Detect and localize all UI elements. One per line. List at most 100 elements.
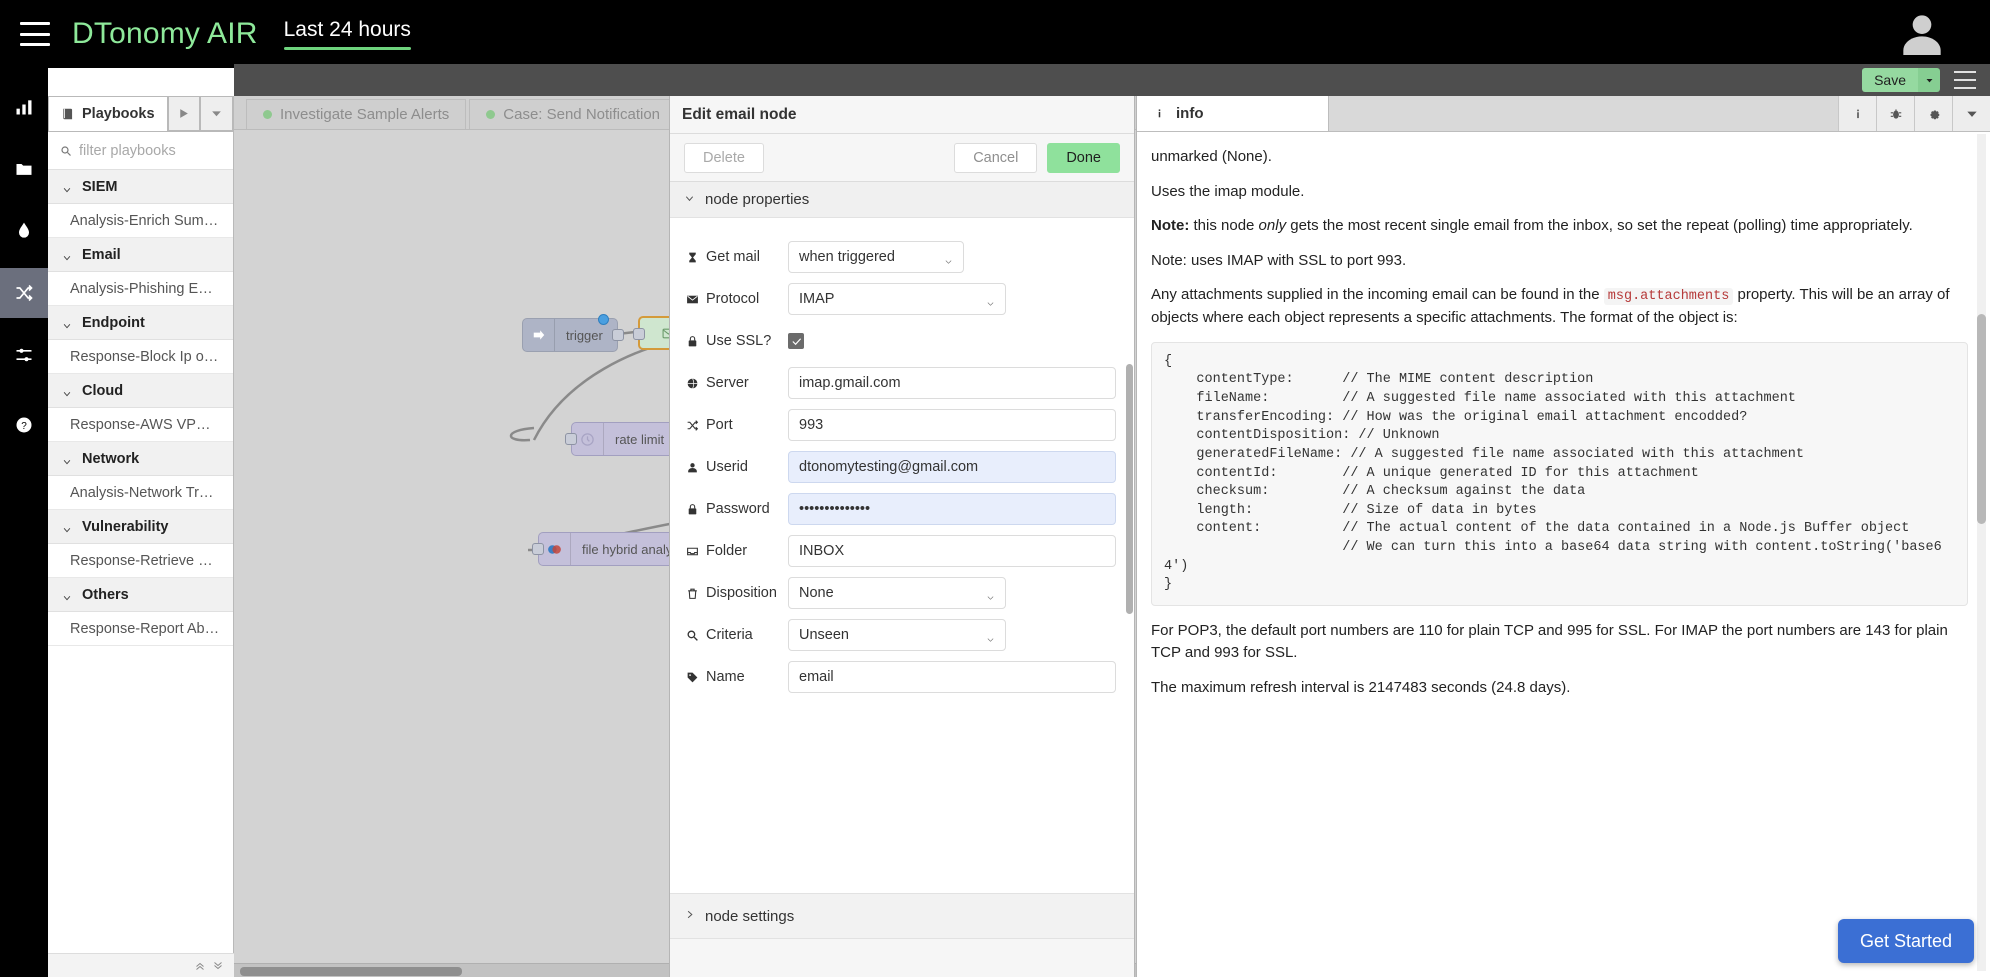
form-row-userid: Userid [670,446,1134,488]
folder-input[interactable] [788,535,1116,567]
playbook-group-email[interactable]: Email [48,238,233,272]
flow-node-trigger[interactable]: trigger [522,314,624,352]
use-ssl-checkbox[interactable] [788,333,804,349]
rail-item-alerts[interactable] [0,206,48,256]
done-button[interactable]: Done [1047,142,1120,173]
form-label: Criteria [686,627,788,643]
sidebar-tab-playbooks[interactable]: Playbooks [48,96,168,131]
node-settings-section-header[interactable]: node settings [670,893,1134,939]
disposition-select[interactable]: None [788,577,1006,609]
get-mail-select[interactable]: when triggered [788,241,964,273]
playbook-item-label: Response-Retrieve Nessu... [70,552,220,569]
node-input-port[interactable] [565,433,577,445]
criteria-select[interactable]: Unseen [788,619,1006,651]
inline-code: msg.attachments [1603,288,1734,305]
playbook-dropdown-button[interactable] [200,96,233,131]
info-tabbar-filler [1329,96,1838,131]
rail-item-cases[interactable] [0,144,48,194]
run-playbook-button[interactable] [167,96,201,131]
playbook-list-item[interactable]: Response-Report Abuse ... [48,612,233,646]
get-started-button[interactable]: Get Started [1837,919,1974,963]
port-input[interactable] [788,409,1116,441]
time-range-underline [283,47,411,50]
bar-chart-icon [16,100,32,115]
time-range-selector[interactable]: Last 24 hours [283,18,411,50]
user-avatar-icon[interactable] [1894,6,1950,62]
playbook-item-label: Analysis-Enrich Sumologic Alert [70,212,220,229]
caret-down-icon [1926,78,1932,82]
node-input-port[interactable] [532,543,544,555]
playbook-group-others[interactable]: Others [48,578,233,612]
globe-icon [687,377,698,389]
node-properties-section-header[interactable]: node properties [670,182,1134,218]
playbook-list-item[interactable]: Response-AWS VPC Create... [48,408,233,442]
form-row-server: Server [670,362,1134,404]
save-button-group[interactable]: Save [1862,68,1940,92]
node-settings-label: node settings [705,907,795,925]
hamburger-icon[interactable] [1954,71,1976,89]
canvas-scroll-thumb[interactable] [240,967,462,976]
config-button[interactable] [1914,96,1952,131]
chevron-down-icon [62,522,72,532]
info-icon [1158,109,1161,118]
playbook-list-item[interactable]: Response-Retrieve Nessu... [48,544,233,578]
userid-input[interactable] [788,451,1116,483]
chevrons-down-icon[interactable] [212,960,224,972]
tab-info[interactable]: info [1137,96,1329,131]
playbook-group-vulnerability[interactable]: Vulnerability [48,510,233,544]
rail-item-settings[interactable] [0,330,48,380]
info-button[interactable] [1838,96,1876,131]
form-label: Use SSL? [686,333,788,349]
disposition-select-wrap: None [788,577,1006,609]
playbook-list-item[interactable]: Analysis-Phishing Email [48,272,233,306]
playbook-item-label: Response-Report Abuse ... [70,620,220,637]
password-input[interactable] [788,493,1116,525]
debug-button[interactable] [1876,96,1914,131]
name-input[interactable] [788,661,1116,693]
protocol-select[interactable]: IMAP [788,283,1006,315]
rail-item-help[interactable]: ? [0,400,48,450]
save-dropdown-button[interactable] [1918,68,1940,92]
dialog-scroll-thumb[interactable] [1126,364,1133,614]
chevron-down-icon [62,454,72,464]
playbooks-sidebar: Playbooks SIEM Analysis-Enrich Sumologic … [48,96,234,977]
book-icon [63,108,73,120]
hamburger-icon[interactable] [20,22,50,46]
node-output-port[interactable] [612,329,624,341]
chevrons-up-icon[interactable] [194,960,206,972]
get-mail-select-wrap: when triggered [788,241,964,273]
form-label: Userid [686,459,788,475]
icon-rail: ? [0,68,48,977]
flow-tab-status-dot [263,110,272,119]
playbook-filter-input[interactable] [79,142,219,159]
server-input[interactable] [788,367,1116,399]
playbook-group-label: Cloud [82,382,124,399]
save-toolbar: Save [234,64,1990,96]
hourglass-icon [689,252,696,262]
playbook-group-siem[interactable]: SIEM [48,170,233,204]
playbook-group-endpoint[interactable]: Endpoint [48,306,233,340]
flow-tab[interactable]: Case: Send Notification [469,99,678,129]
chevron-down-icon [62,590,72,600]
info-vertical-scrollbar[interactable] [1977,134,1986,971]
playbook-group-network[interactable]: Network [48,442,233,476]
playbook-list-item[interactable]: Analysis-Network Traffic ... [48,476,233,510]
more-button[interactable] [1952,96,1990,131]
dialog-footer-pad [670,939,1134,977]
playbook-group-label: Vulnerability [82,518,169,535]
playbook-filter-row[interactable] [48,132,233,170]
node-input-port[interactable] [633,328,645,340]
playbook-list-item[interactable]: Response-Block Ip on Forti... [48,340,233,374]
playbook-group-cloud[interactable]: Cloud [48,374,233,408]
rail-item-playbooks[interactable] [0,268,48,318]
rail-item-dashboard[interactable] [0,82,48,132]
form-row-port: Port [670,404,1134,446]
play-icon [180,109,189,118]
playbook-list-item[interactable]: Analysis-Enrich Sumologic Alert [48,204,233,238]
dialog-action-bar: Delete Cancel Done [670,134,1134,182]
delete-button[interactable]: Delete [684,142,764,173]
save-button[interactable]: Save [1862,68,1918,92]
cancel-button[interactable]: Cancel [954,142,1038,173]
flow-tab[interactable]: Investigate Sample Alerts [246,99,467,129]
info-scroll-thumb[interactable] [1977,314,1986,524]
